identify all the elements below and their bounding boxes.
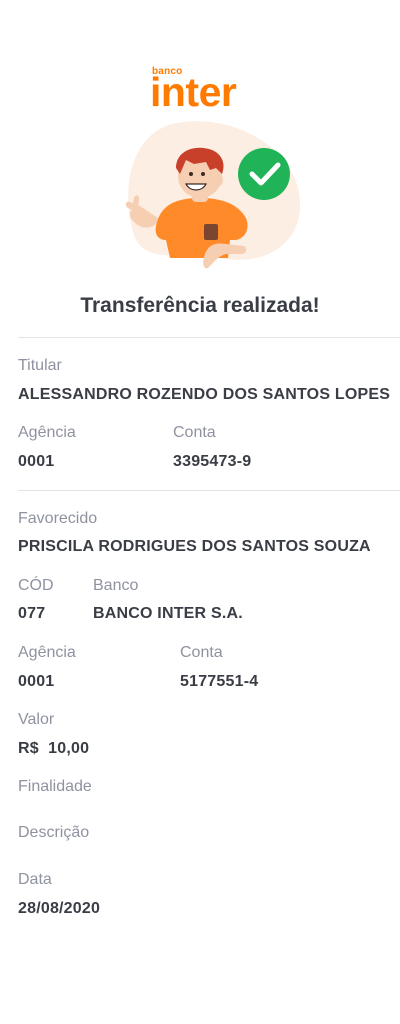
- favorecido-banco-value: BANCO INTER S.A.: [93, 605, 243, 622]
- titular-agencia-value: 0001: [18, 453, 55, 470]
- favorecido-cod-value: 077: [18, 605, 46, 622]
- bank-logo: banco inter: [150, 66, 272, 115]
- valor-value: R$ 10,00: [18, 740, 90, 757]
- descricao-label: Descrição: [18, 824, 90, 841]
- titular-label: Titular: [18, 357, 62, 374]
- titular-conta-value: 3395473-9: [173, 453, 252, 470]
- finalidade-label: Finalidade: [18, 778, 92, 795]
- data-value: 28/08/2020: [18, 900, 101, 917]
- titular-agencia-label: Agência: [18, 424, 76, 441]
- page-title: Transferência realizada!: [80, 294, 320, 317]
- favorecido-agencia-value: 0001: [18, 673, 55, 690]
- favorecido-name: PRISCILA RODRIGUES DOS SANTOS SOUZA: [18, 538, 371, 555]
- divider-top: [18, 337, 400, 338]
- logo-name: inter: [150, 69, 237, 115]
- divider-middle: [18, 490, 400, 491]
- titular-name: ALESSANDRO ROZENDO DOS SANTOS LOPES: [18, 386, 391, 403]
- favorecido-agencia-label: Agência: [18, 644, 76, 661]
- valor-label: Valor: [18, 711, 55, 728]
- data-label: Data: [18, 871, 52, 888]
- titular-conta-label: Conta: [173, 424, 216, 441]
- favorecido-conta-value: 5177551-4: [180, 673, 259, 690]
- favorecido-label: Favorecido: [18, 510, 98, 527]
- success-illustration: [110, 118, 310, 288]
- favorecido-cod-label: CÓD: [18, 577, 54, 594]
- check-icon: [238, 148, 290, 200]
- favorecido-conta-label: Conta: [180, 644, 223, 661]
- favorecido-banco-label: Banco: [93, 577, 139, 594]
- person-illustration: [125, 121, 301, 269]
